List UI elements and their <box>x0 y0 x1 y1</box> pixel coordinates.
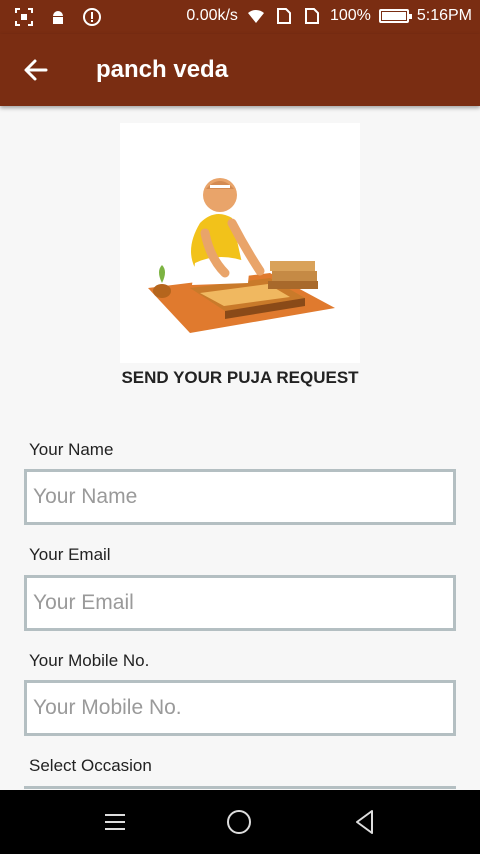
alert-icon <box>83 8 101 26</box>
network-speed: 0.00k/s <box>186 7 238 24</box>
home-icon[interactable] <box>223 806 255 838</box>
android-icon <box>53 11 63 24</box>
back-arrow-icon[interactable] <box>18 52 54 88</box>
screenshot-icon <box>15 8 33 26</box>
wifi-icon <box>247 9 264 23</box>
sim1-icon <box>276 8 291 24</box>
name-label: Your Name <box>29 440 114 459</box>
main-content: SEND YOUR PUJA REQUEST Your Name Your Em… <box>0 106 480 790</box>
app-bar: panch veda <box>0 34 480 106</box>
mobile-label: Your Mobile No. <box>29 651 150 670</box>
email-input[interactable] <box>24 575 456 631</box>
email-label: Your Email <box>29 545 111 564</box>
navigation-bar <box>0 790 480 854</box>
battery-icon <box>378 9 412 23</box>
sim2-icon <box>304 8 319 24</box>
battery-fill <box>381 12 406 20</box>
app-title: panch veda <box>96 56 229 83</box>
name-input[interactable] <box>24 469 456 525</box>
menu-icon[interactable] <box>99 806 131 838</box>
mobile-input[interactable] <box>24 680 456 736</box>
occasion-label: Select Occasion <box>29 756 152 775</box>
status-bar: 0.00k/s 100% 5:16PM <box>0 0 480 34</box>
battery-percent: 100% <box>329 7 371 24</box>
page-heading: SEND YOUR PUJA REQUEST <box>121 368 359 387</box>
priest-illustration <box>120 123 360 363</box>
clock: 5:16PM <box>416 7 472 24</box>
back-icon[interactable] <box>349 806 381 838</box>
